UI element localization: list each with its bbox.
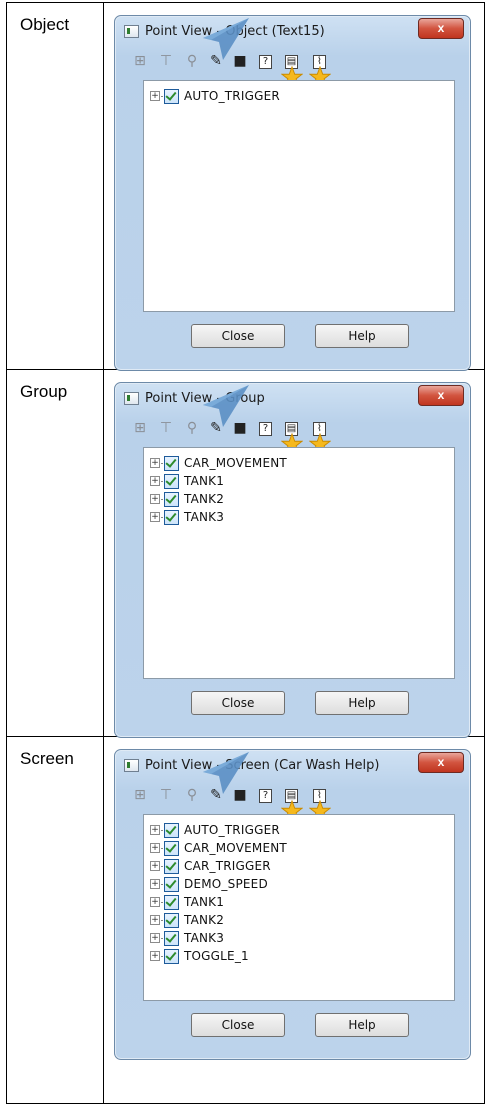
tree-item-label: TANK2 [184,913,225,927]
point-view-window: Point View - Object (Text15)x⊞⊤⚲✎■?▤⌇+AU… [114,15,471,371]
expand-icon[interactable]: + [150,879,167,889]
tree-item[interactable]: + CAR_MOVEMENT [144,839,454,857]
expand-icon[interactable]: + [150,476,167,486]
checkbox[interactable] [164,877,179,892]
tree-item[interactable]: + TOGGLE_1 [144,947,454,965]
expand-icon[interactable]: + [150,951,167,961]
tree-item[interactable]: + DEMO_SPEED [144,875,454,893]
title-bar[interactable]: Point View - Screen (Car Wash Help) x [115,750,470,780]
tree-item[interactable]: + AUTO_TRIGGER [144,821,454,839]
expand-icon[interactable]: + [150,915,167,925]
comparison-table: Object Point View - Object (Text15)x⊞⊤⚲✎… [6,2,485,1104]
close-button[interactable]: Close [191,324,285,348]
title-bar[interactable]: Point View - Object (Text15)x [115,16,470,46]
properties-icon[interactable]: ⊞ [131,786,149,804]
title-bar[interactable]: Point View - Group x [115,383,470,413]
close-button[interactable]: Close [191,691,285,715]
tree-icon[interactable]: ⊤ [157,786,175,804]
screenshot-cell: Point View - Group x ⊞ ⊤ ⚲ ✎ ■? ▤ ⌇ + CAR_MOVEMENT… [103,369,485,738]
row-label: Object [6,2,104,370]
arrow-pointer-icon [189,16,253,62]
checkbox[interactable] [164,841,179,856]
checkbox[interactable] [164,474,179,489]
tree-item-label: CAR_MOVEMENT [184,456,287,470]
expand-icon[interactable]: + [150,933,167,943]
tree-item[interactable]: + TANK3 [144,929,454,947]
tree-icon[interactable]: ⊤ [157,52,175,70]
tree-item[interactable]: + AUTO_TRIGGER [144,87,454,105]
tree-item-label: CAR_TRIGGER [184,859,271,873]
checkbox[interactable] [164,913,179,928]
arrow-pointer-icon [189,750,253,796]
point-tree[interactable]: + CAR_MOVEMENT + TANK1 + TANK2 + TANK3 [143,447,455,679]
expand-icon[interactable]: + [150,897,167,907]
tree-item-label: TANK3 [184,931,225,945]
tree-item-label: TOGGLE_1 [184,949,249,963]
screenshot-cell: Point View - Object (Text15)x⊞⊤⚲✎■?▤⌇+AU… [103,2,485,371]
tree-icon[interactable]: ⊤ [157,419,175,437]
row-label: Screen [6,736,104,1104]
window-close-button[interactable]: x [418,385,464,406]
help-icon[interactable]: ? [259,789,272,803]
tree-item-label: TANK2 [184,492,225,506]
help-icon[interactable]: ? [259,55,272,69]
tree-item-label: TANK1 [184,474,225,488]
help-icon[interactable]: ? [259,422,272,436]
app-icon [124,25,139,38]
point-view-window: Point View - Screen (Car Wash Help) x ⊞ ⊤ ⚲ ✎… [114,749,471,1060]
expand-icon[interactable]: + [150,843,167,853]
tree-item-label: TANK3 [184,510,225,524]
tree-item[interactable]: + TANK2 [144,911,454,929]
app-icon [124,392,139,405]
checkbox[interactable] [164,823,179,838]
tree-item[interactable]: + TANK1 [144,893,454,911]
point-tree[interactable]: + AUTO_TRIGGER + CAR_MOVEMENT + CAR_TRIGGER + D… [143,814,455,1001]
tree-item[interactable]: + TANK3 [144,508,454,526]
expand-icon[interactable]: + [150,494,167,504]
tree-item[interactable]: + CAR_MOVEMENT [144,454,454,472]
window-close-button[interactable]: x [418,752,464,773]
tree-item-label: TANK1 [184,895,225,909]
window-title: Point View - Screen (Car Wash Help) [145,758,380,773]
row-label: Group [6,369,104,737]
tree-item-label: AUTO_TRIGGER [184,823,280,837]
checkbox[interactable] [164,931,179,946]
point-view-window: Point View - Group x ⊞ ⊤ ⚲ ✎ ■? ▤ ⌇ + CAR_MOVEMENT… [114,382,471,738]
checkbox[interactable] [164,89,179,104]
help-button[interactable]: Help [315,691,409,715]
screenshot-cell: Point View - Screen (Car Wash Help) x ⊞ ⊤ ⚲ ✎… [103,736,485,1104]
expand-icon[interactable]: + [150,512,167,522]
window-close-button[interactable]: x [418,18,464,39]
help-button[interactable]: Help [315,324,409,348]
arrow-pointer-icon [189,383,253,429]
checkbox[interactable] [164,895,179,910]
expand-icon[interactable]: + [150,825,167,835]
tree-item[interactable]: + TANK2 [144,490,454,508]
expand-icon[interactable]: + [150,458,167,468]
expand-icon[interactable]: + [150,861,167,871]
tree-item-label: CAR_MOVEMENT [184,841,287,855]
tree-item-label: AUTO_TRIGGER [184,89,280,103]
checkbox[interactable] [164,492,179,507]
properties-icon[interactable]: ⊞ [131,419,149,437]
expand-icon[interactable]: + [150,91,167,101]
checkbox[interactable] [164,859,179,874]
help-button[interactable]: Help [315,1013,409,1037]
checkbox[interactable] [164,456,179,471]
checkbox[interactable] [164,949,179,964]
properties-icon[interactable]: ⊞ [131,52,149,70]
app-icon [124,759,139,772]
tree-item[interactable]: + CAR_TRIGGER [144,857,454,875]
tree-item[interactable]: + TANK1 [144,472,454,490]
tree-item-label: DEMO_SPEED [184,877,268,891]
close-button[interactable]: Close [191,1013,285,1037]
checkbox[interactable] [164,510,179,525]
point-tree[interactable]: + AUTO_TRIGGER [143,80,455,312]
